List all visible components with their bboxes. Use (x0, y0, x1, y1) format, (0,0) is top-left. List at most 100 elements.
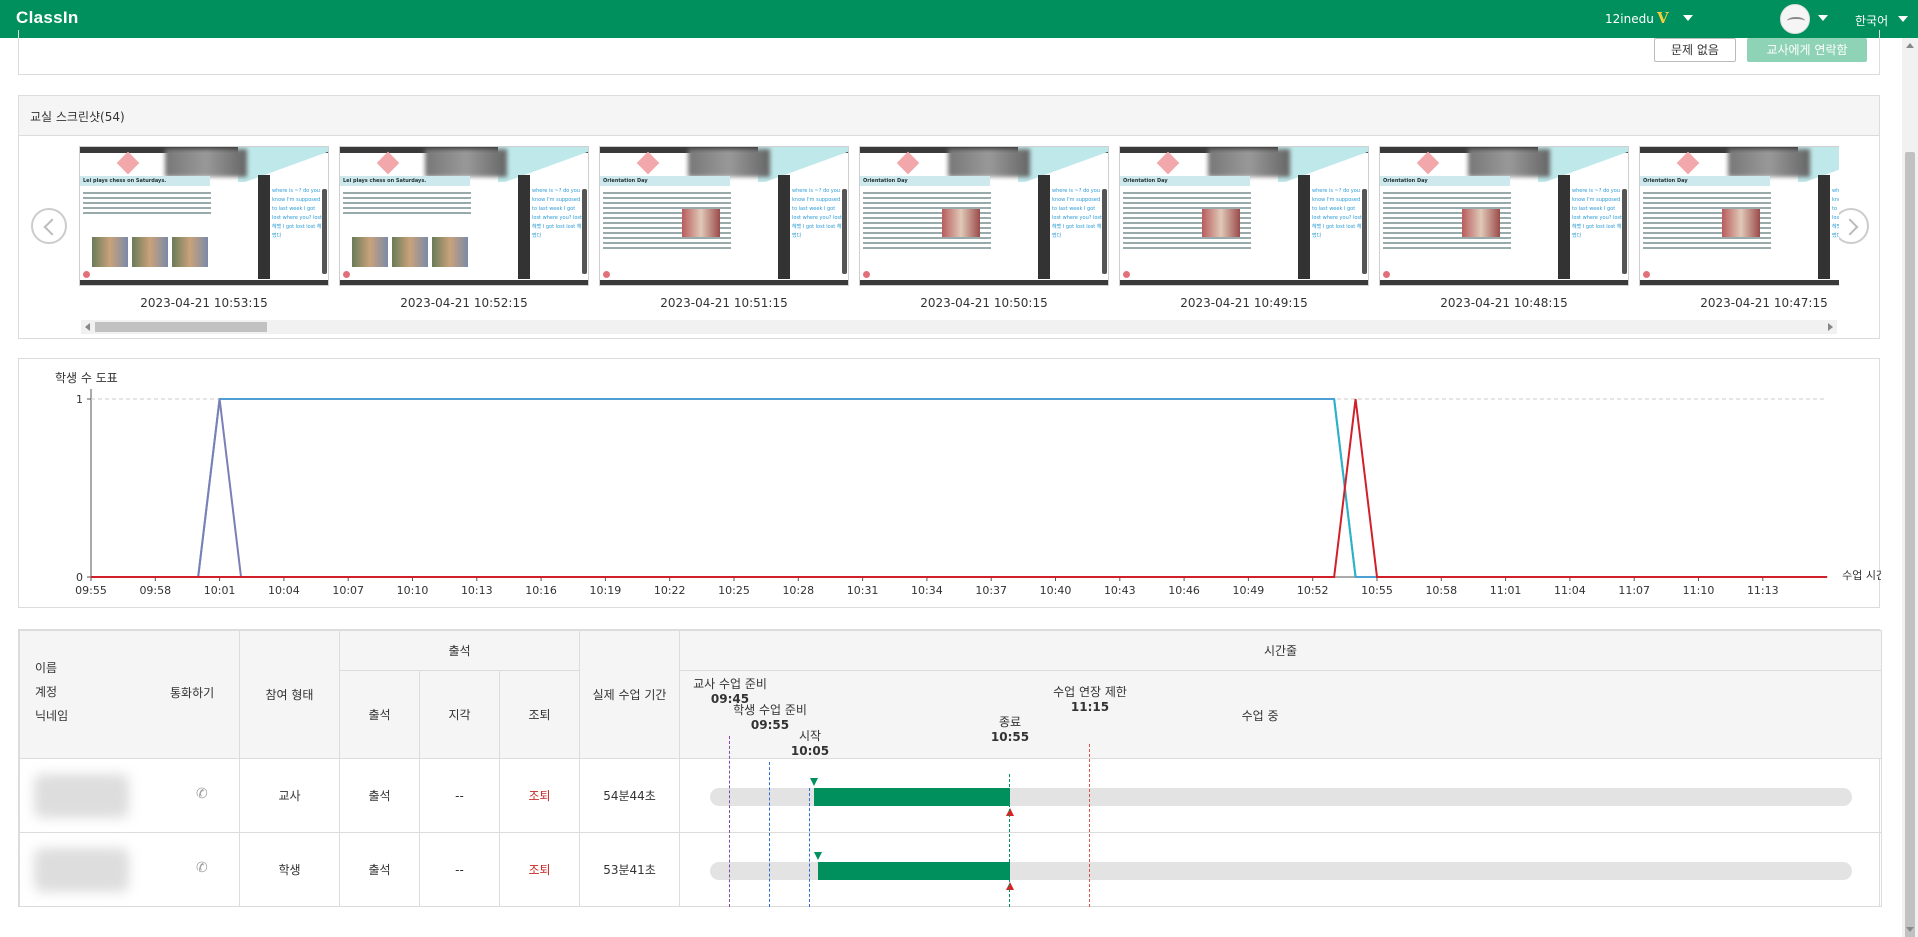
x-tick-label: 10:37 (975, 584, 1007, 597)
leave-marker-icon (1006, 808, 1015, 816)
classin-logo[interactable]: ClassIn (16, 8, 79, 28)
name-header-lines: 이름 계정 닉네임 (20, 656, 68, 728)
slide-title: Orientation Day (1640, 176, 1770, 186)
screenshot-time: 2023-04-21 10:52:15 (400, 296, 528, 310)
attendance-table: 이름 계정 닉네임 통화하기 참여 형태 출석 실제 수업 기간 시간줄 출석 … (19, 630, 1883, 907)
blurred-participant-name (34, 773, 129, 818)
timeline-marker: 수업 연장 제한 11:15 (1030, 685, 1150, 715)
screenshot-image[interactable]: Orientation Day where is ~? do you know I… (859, 146, 1109, 286)
timeline-marker: 종료 10:55 (950, 715, 1070, 745)
screenshot-image[interactable]: Orientation Day where is ~? do you know I… (1379, 146, 1629, 286)
series-line (197, 398, 243, 578)
scroll-right-arrow-icon[interactable] (1828, 323, 1833, 331)
attendance-bar[interactable] (814, 788, 1011, 806)
attendance-bar[interactable] (818, 862, 1011, 880)
x-tick-label: 10:43 (1104, 584, 1136, 597)
screenshot-image[interactable]: Orientation Day where is ~? do you know I… (1119, 146, 1369, 286)
screenshot-image[interactable]: Orientation Day where is ~? do you know I… (1639, 146, 1839, 286)
screenshot-thumbnail[interactable]: Lei plays chess on Saturdays. where is ~?… (79, 146, 329, 310)
x-tick-label: 10:40 (1040, 584, 1072, 597)
screenshot-thumbnail[interactable]: Orientation Day where is ~? do you know I… (1119, 146, 1369, 310)
page-scrollbar[interactable] (1902, 38, 1918, 937)
screenshot-time: 2023-04-21 10:50:15 (920, 296, 1048, 310)
slide-side-notes: where is ~? do you know I'm supposed to … (1572, 188, 1622, 239)
user-menu-chevron-icon[interactable] (1818, 15, 1828, 21)
name-header: 이름 (35, 661, 58, 675)
screenshot-thumbnail[interactable]: Orientation Day where is ~? do you know I… (1639, 146, 1839, 310)
attendance-group-header: 출석 (338, 630, 581, 671)
x-tick-label: 09:58 (139, 584, 171, 597)
actual-duration-header: 실제 수업 기간 (579, 630, 681, 759)
slide-title: Lei plays chess on Saturdays. (340, 176, 470, 186)
timeline-header: 시간줄 (679, 630, 1883, 671)
present-cell: 출석 (339, 758, 420, 833)
language-selector[interactable]: 한국어 (1855, 12, 1888, 29)
nickname-header: 닉네임 (35, 709, 69, 723)
previous-screenshots-button[interactable] (31, 208, 67, 244)
screenshot-image[interactable]: Orientation Day where is ~? do you know I… (599, 146, 849, 286)
x-tick-label: 10:10 (397, 584, 429, 597)
x-tick-label: 10:07 (332, 584, 364, 597)
x-tick-label: 11:07 (1618, 584, 1650, 597)
account-header: 계정 (35, 685, 58, 699)
x-tick-label: 10:19 (590, 584, 622, 597)
x-tick-label: 10:04 (268, 584, 300, 597)
slide-side-notes: where is ~? do you know I'm supposed to … (1052, 188, 1102, 239)
slide-title: Orientation Day (600, 176, 730, 186)
x-tick-label: 10:13 (461, 584, 493, 597)
x-tick-label: 10:16 (525, 584, 557, 597)
x-tick-label: 10:55 (1361, 584, 1393, 597)
x-tick-label: 10:52 (1297, 584, 1329, 597)
language-chevron-icon[interactable] (1898, 16, 1908, 22)
series-line (91, 398, 1828, 578)
timeline-marker-label: 시작 (798, 729, 822, 743)
screenshot-image[interactable]: Lei plays chess on Saturdays. where is ~?… (79, 146, 329, 286)
screenshot-strip-scrollbar[interactable] (81, 320, 1837, 334)
contact-teacher-button[interactable]: 교사에게 연락함 (1747, 38, 1867, 62)
scroll-down-arrow-icon[interactable] (1906, 927, 1914, 932)
present-header: 출석 (339, 670, 420, 759)
vip-badge-icon: V (1657, 9, 1669, 27)
role-cell: 학생 (239, 832, 340, 907)
screenshot-thumbnail[interactable]: Orientation Day where is ~? do you know I… (599, 146, 849, 310)
screenshot-thumbnail[interactable]: Lei plays chess on Saturdays. where is ~?… (339, 146, 589, 310)
screenshot-image[interactable]: Lei plays chess on Saturdays. where is ~?… (339, 146, 589, 286)
screenshots-title: 교실 스크린샷(54) (19, 96, 1879, 136)
page-scrollbar-thumb[interactable] (1905, 152, 1915, 937)
slide-title: Lei plays chess on Saturdays. (80, 176, 210, 186)
timeline-marker-label: 교사 수업 준비 (693, 677, 767, 691)
timeline-marker-label: 수업 연장 제한 (1053, 685, 1127, 699)
call-phone-icon[interactable]: ✆ (196, 786, 208, 802)
timeline-marker-label: 학생 수업 준비 (733, 703, 807, 717)
screenshot-strip-scrollbar-thumb[interactable] (95, 322, 267, 332)
timeline-marker-label: 수업 중 (1241, 709, 1279, 723)
screenshot-thumbnail[interactable]: Orientation Day where is ~? do you know I… (859, 146, 1109, 310)
x-tick-label: 11:04 (1554, 584, 1586, 597)
student-count-chart-panel: 학생 수 도표 0 1 09:55 09:58 10:01 10:04 10:07 10:10… (18, 358, 1881, 608)
timeline-marker-label: 종료 (998, 715, 1022, 729)
no-issue-button[interactable]: 문제 없음 (1654, 38, 1736, 62)
join-marker-icon (814, 852, 823, 860)
scroll-left-arrow-icon[interactable] (85, 323, 90, 331)
timeline-marker-time: 10:05 (790, 744, 830, 758)
screenshot-time: 2023-04-21 10:47:15 (1700, 296, 1828, 310)
call-phone-icon[interactable]: ✆ (196, 860, 208, 876)
attendance-table-wrap: 이름 계정 닉네임 통화하기 참여 형태 출석 실제 수업 기간 시간줄 출석 … (18, 629, 1883, 907)
x-tick-label: 11:01 (1490, 584, 1522, 597)
slide-title: Orientation Day (1380, 176, 1510, 186)
timeline-marker-time: 10:55 (990, 730, 1030, 744)
x-tick-label: 11:10 (1683, 584, 1715, 597)
series-line (91, 398, 1828, 578)
org-dropdown-chevron-icon[interactable] (1683, 15, 1693, 21)
org-name[interactable]: 12inedu (1605, 12, 1654, 26)
scroll-up-arrow-icon[interactable] (1906, 43, 1914, 48)
timeline-markers-header: 교사 수업 준비 09:45 학생 수업 준비 09:55 시작 10:05 수업 중 종료 1… (679, 670, 1883, 759)
screenshot-thumbnail[interactable]: Orientation Day where is ~? do you know I… (1379, 146, 1629, 310)
screenshot-time: 2023-04-21 10:49:15 (1180, 296, 1308, 310)
student-count-chart: 0 1 09:55 09:58 10:01 10:04 10:07 10:10 10:13 10:… (75, 389, 1881, 597)
participant-timeline (680, 759, 1881, 832)
late-cell: -- (419, 758, 500, 833)
timeline-marker-time: 11:15 (1070, 700, 1110, 714)
slide-side-notes: where is ~? do you know I'm supposed to … (1832, 188, 1839, 239)
participant-cell: ✆ (19, 832, 240, 907)
